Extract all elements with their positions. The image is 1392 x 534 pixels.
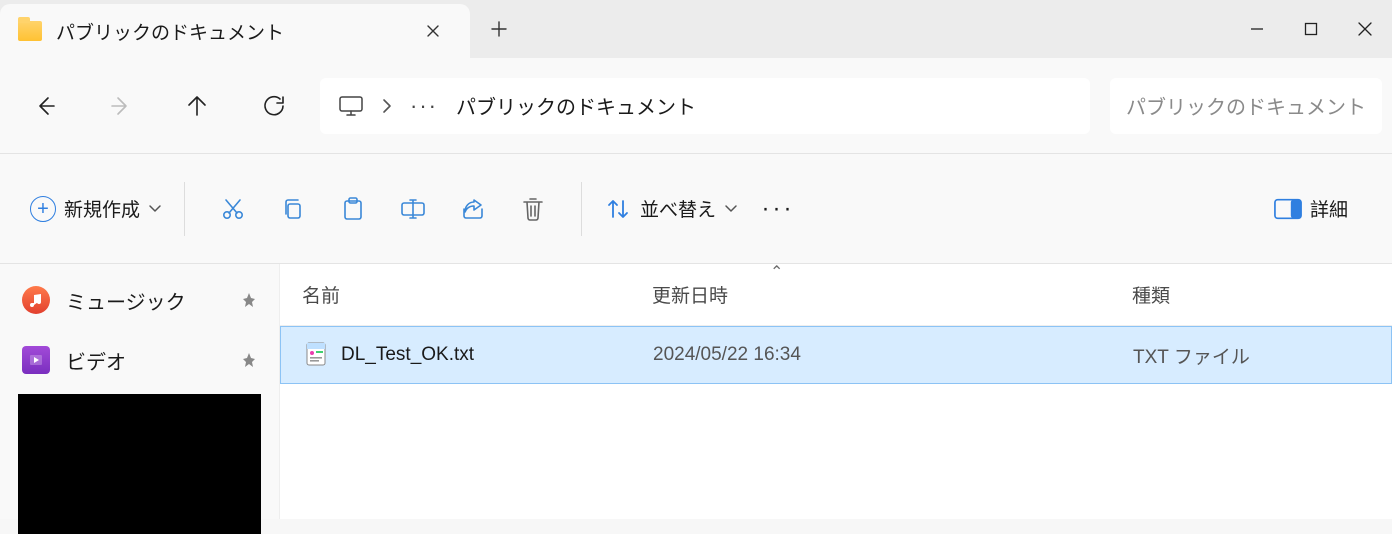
- collapse-caret-icon[interactable]: ⌃: [770, 262, 783, 282]
- close-icon: [1356, 20, 1374, 38]
- trash-icon: [519, 195, 547, 223]
- refresh-icon: [261, 94, 285, 118]
- close-window-button[interactable]: [1338, 8, 1392, 50]
- search-input[interactable]: パブリックのドキュメント: [1110, 78, 1382, 134]
- column-name-label: 名前: [302, 281, 340, 308]
- file-date: 2024/05/22 16:34: [653, 344, 801, 366]
- chevron-down-icon: [148, 202, 162, 216]
- folder-icon: [18, 21, 42, 41]
- details-pane-icon: [1274, 195, 1302, 223]
- music-icon: [22, 286, 50, 314]
- ellipsis-icon: ···: [762, 195, 795, 223]
- column-type-label: 種類: [1132, 281, 1170, 308]
- title-bar: パブリックのドキュメント: [0, 0, 1392, 58]
- delete-button[interactable]: [507, 183, 559, 235]
- minimize-icon: [1249, 21, 1265, 37]
- rename-button[interactable]: [387, 183, 439, 235]
- file-type: TXT ファイル: [1133, 342, 1250, 369]
- this-pc-icon: [338, 95, 364, 117]
- details-view-button[interactable]: 詳細: [1260, 183, 1362, 235]
- copy-icon: [279, 195, 307, 223]
- sort-label: 並べ替え: [640, 195, 716, 222]
- column-header-name[interactable]: 名前: [280, 264, 630, 325]
- chevron-down-icon: [724, 202, 738, 216]
- minimize-button[interactable]: [1230, 8, 1284, 50]
- sidebar-item-video[interactable]: ビデオ: [0, 330, 279, 390]
- file-list-pane: ⌃ 名前 更新日時 種類 DL_Test_OK.txt 2024/05/22 1…: [280, 264, 1392, 519]
- copy-button[interactable]: [267, 183, 319, 235]
- sidebar-item-music[interactable]: ミュージック: [0, 270, 279, 330]
- search-placeholder: パブリックのドキュメント: [1126, 91, 1366, 120]
- sort-icon: [604, 195, 632, 223]
- new-button[interactable]: + 新規作成: [16, 183, 176, 235]
- column-header-date[interactable]: 更新日時: [630, 264, 1110, 325]
- back-button[interactable]: [10, 78, 80, 134]
- column-header-type[interactable]: 種類: [1110, 264, 1392, 325]
- window-controls: [1230, 0, 1392, 58]
- sort-button[interactable]: 並べ替え: [590, 183, 752, 235]
- share-icon: [459, 195, 487, 223]
- chevron-right-icon: [382, 98, 392, 114]
- video-icon: [22, 346, 50, 374]
- arrow-right-icon: [108, 93, 134, 119]
- arrow-up-icon: [184, 93, 210, 119]
- plus-icon: [490, 20, 508, 38]
- explorer-body: ミュージック ビデオ ⌃ 名前 更新日時 種類: [0, 264, 1392, 519]
- text-file-icon: [303, 341, 331, 369]
- scissors-icon: [219, 195, 247, 223]
- breadcrumb-bar[interactable]: ··· パブリックのドキュメント: [320, 78, 1090, 134]
- plus-circle-icon: +: [30, 196, 56, 222]
- file-row[interactable]: DL_Test_OK.txt 2024/05/22 16:34 TXT ファイル: [280, 326, 1392, 384]
- maximize-icon: [1304, 22, 1318, 36]
- column-header-row: 名前 更新日時 種類: [280, 264, 1392, 326]
- pin-icon: [241, 352, 257, 368]
- close-icon: [425, 23, 441, 39]
- sidebar-item-label: ビデオ: [66, 346, 126, 375]
- sidebar-item-label: ミュージック: [66, 286, 186, 315]
- paste-button[interactable]: [327, 183, 379, 235]
- breadcrumb-overflow[interactable]: ···: [410, 93, 438, 119]
- arrow-left-icon: [32, 93, 58, 119]
- breadcrumb-current[interactable]: パブリックのドキュメント: [456, 91, 696, 120]
- pin-icon: [241, 292, 257, 308]
- active-tab[interactable]: パブリックのドキュメント: [0, 4, 470, 58]
- address-bar-row: ··· パブリックのドキュメント パブリックのドキュメント: [0, 58, 1392, 154]
- share-button[interactable]: [447, 183, 499, 235]
- refresh-button[interactable]: [238, 78, 308, 134]
- details-label: 詳細: [1310, 195, 1348, 222]
- sidebar-dark-block: [18, 394, 261, 534]
- navigation-sidebar: ミュージック ビデオ: [0, 264, 280, 519]
- paste-icon: [339, 195, 367, 223]
- file-name: DL_Test_OK.txt: [341, 344, 474, 366]
- more-button[interactable]: ···: [752, 183, 804, 235]
- forward-button[interactable]: [86, 78, 156, 134]
- new-label: 新規作成: [64, 195, 140, 222]
- tab-close-button[interactable]: [416, 14, 450, 48]
- up-button[interactable]: [162, 78, 232, 134]
- column-date-label: 更新日時: [652, 281, 728, 308]
- cut-button[interactable]: [207, 183, 259, 235]
- maximize-button[interactable]: [1284, 8, 1338, 50]
- new-tab-button[interactable]: [470, 0, 528, 58]
- tab-title: パブリックのドキュメント: [56, 18, 402, 45]
- rename-icon: [399, 195, 427, 223]
- command-bar: + 新規作成: [0, 154, 1392, 264]
